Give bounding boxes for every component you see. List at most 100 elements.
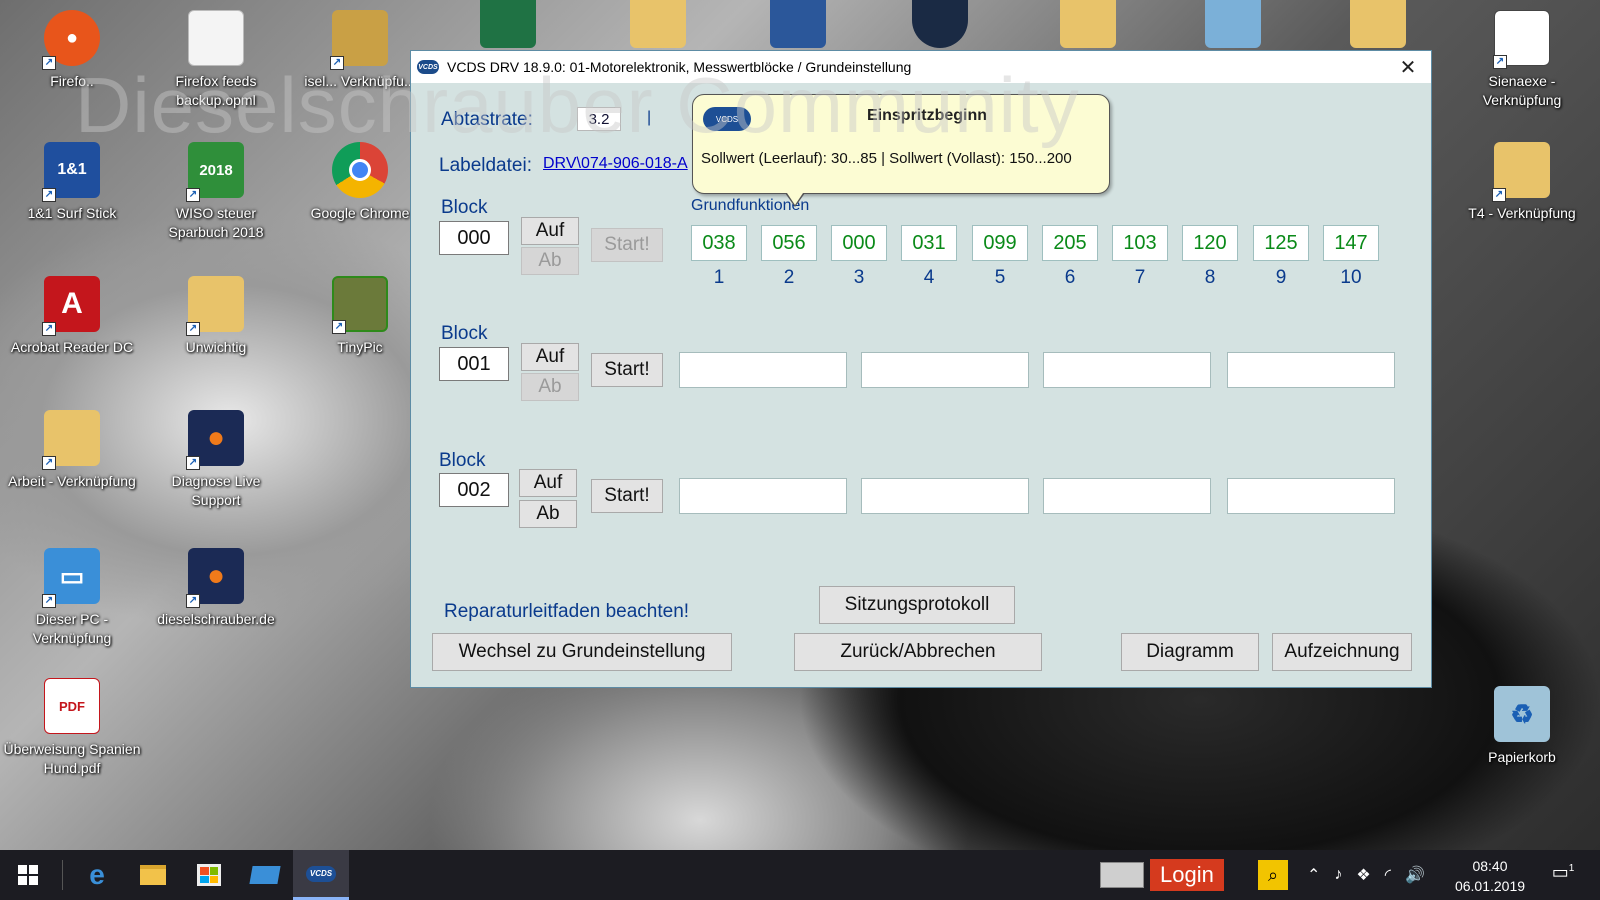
desktop-icon-tinypic[interactable]: ↗ TinyPic xyxy=(290,276,430,357)
desktop-icon-wiso[interactable]: 2018 ↗ WISO steuer Sparbuch 2018 xyxy=(146,142,286,242)
wifi-icon[interactable]: ◜ xyxy=(1385,865,1391,885)
block-start-button[interactable]: Start! xyxy=(591,228,663,262)
login-button[interactable]: Login xyxy=(1150,859,1224,891)
block-number-input[interactable]: 000 xyxy=(439,221,509,255)
wiso-icon: 2018 ↗ xyxy=(186,142,244,202)
desktop-icon-dieselschrauber[interactable]: ● ↗ dieselschrauber.de xyxy=(146,548,286,629)
store-icon[interactable] xyxy=(181,850,237,900)
desktop-icon-dieser-pc[interactable]: ▭ ↗ Dieser PC - Verknüpfung xyxy=(2,548,142,648)
desktop-icon-t4[interactable]: ↗ T4 - Verknüpfung xyxy=(1452,142,1592,223)
word-icon[interactable] xyxy=(770,0,826,48)
folder-icon[interactable] xyxy=(1060,0,1116,48)
desktop-icon-sienaexe[interactable]: ↗ Sienaexe - Verknüpfung xyxy=(1452,10,1592,110)
block-up-button[interactable]: Auf xyxy=(519,469,577,497)
value-box: 205 xyxy=(1042,225,1098,261)
value-index: 1 xyxy=(713,267,725,288)
block-up-button[interactable]: Auf xyxy=(521,343,579,371)
value-index: 8 xyxy=(1204,267,1216,288)
block-number-input[interactable]: 001 xyxy=(439,347,509,381)
tooltip-title: Einspritzbeginn xyxy=(867,107,987,124)
block-down-button[interactable]: Ab xyxy=(521,247,579,275)
desktop-icon-firefox-feeds[interactable]: Firefox feeds backup.opml xyxy=(146,10,286,110)
desktop-icon-arbeit[interactable]: ↗ Arbeit - Verknüpfung xyxy=(2,410,142,491)
tooltip-tail-fill xyxy=(787,193,803,205)
abtastrate-label: Abtastrate: xyxy=(441,109,533,130)
desktop-icon-acrobat[interactable]: A ↗ Acrobat Reader DC xyxy=(2,276,142,357)
mail-icon[interactable] xyxy=(1100,862,1144,888)
clock[interactable]: 08:40 06.01.2019 xyxy=(1448,856,1532,896)
block-label: Block xyxy=(441,197,488,218)
block-down-button[interactable]: Ab xyxy=(519,500,577,528)
measurement-field xyxy=(861,352,1029,388)
desktop-icon-verknuepfung[interactable]: ↗ isel... Verknüpfu... xyxy=(290,10,430,91)
abtastrate-value: 3.2 xyxy=(577,107,621,131)
block-down-button[interactable]: Ab xyxy=(521,373,579,401)
block-up-button[interactable]: Auf xyxy=(521,217,579,245)
recycle-bin-icon: ♻ xyxy=(1494,686,1550,742)
chrome-icon xyxy=(332,142,388,198)
pdf-icon: ↗ xyxy=(1492,142,1550,202)
dropbox-icon[interactable]: ❖ xyxy=(1356,865,1370,885)
block-number-input[interactable]: 002 xyxy=(439,473,509,507)
wechsel-grundeinstellung-button[interactable]: Wechsel zu Grundeinstellung xyxy=(432,633,732,671)
aufzeichnung-button[interactable]: Aufzeichnung xyxy=(1272,633,1412,671)
firefox-icon: ● ↗ xyxy=(186,410,244,470)
search-icon[interactable]: ⌕ xyxy=(1258,860,1288,890)
tinypic-icon: ↗ xyxy=(332,276,388,334)
measurement-field xyxy=(679,478,847,514)
folder-icon: ↗ xyxy=(42,410,100,470)
info-tooltip: VCDS Einspritzbeginn Sollwert (Leerlauf)… xyxy=(692,94,1110,207)
image-folder-icon[interactable] xyxy=(1205,0,1261,48)
excel-icon[interactable] xyxy=(480,0,536,48)
value-index: 3 xyxy=(853,267,865,288)
diagramm-button[interactable]: Diagramm xyxy=(1121,633,1259,671)
value-box: 056 xyxy=(761,225,817,261)
vcds-taskbar-icon[interactable]: VCDS xyxy=(293,850,349,900)
date: 06.01.2019 xyxy=(1454,878,1526,894)
block-start-button[interactable]: Start! xyxy=(591,479,663,513)
desktop-icon-google-chrome[interactable]: Google Chrome xyxy=(290,142,430,223)
siena-icon: ↗ xyxy=(1493,10,1550,69)
close-button[interactable]: ✕ xyxy=(1385,51,1431,83)
folder-icon[interactable] xyxy=(1350,0,1406,48)
value-index: 9 xyxy=(1275,267,1287,288)
desktop-icon-firefox[interactable]: ● ↗ Firefo.. xyxy=(2,10,142,91)
desktop-icon-unwichtig[interactable]: ↗ Unwichtig xyxy=(146,276,286,357)
desktop-icon-ueberweisung-pdf[interactable]: PDF Überweisung Spanien Hund.pdf xyxy=(2,678,142,778)
chevron-up-icon[interactable]: ⌃ xyxy=(1307,865,1320,885)
desktop-icon-papierkorb[interactable]: ♻ Papierkorb xyxy=(1452,686,1592,767)
measurement-field xyxy=(1227,352,1395,388)
measurement-field xyxy=(861,478,1029,514)
computer-icon: ▭ ↗ xyxy=(42,548,100,608)
start-button[interactable] xyxy=(0,850,56,900)
tooltip-body: Sollwert (Leerlauf): 30...85 | Sollwert … xyxy=(701,150,1072,167)
labeldatei-link[interactable]: DRV\074-906-018-A xyxy=(543,155,688,173)
abtastrate-separator: | xyxy=(647,109,652,126)
value-box: 103 xyxy=(1112,225,1168,261)
edge-icon[interactable]: e xyxy=(69,850,125,900)
music-icon[interactable]: ♪ xyxy=(1334,866,1342,884)
volume-icon[interactable]: 🔊 xyxy=(1405,865,1425,885)
time: 08:40 xyxy=(1472,858,1508,874)
file-explorer-icon[interactable] xyxy=(125,850,181,900)
system-tray: ⌃ ♪ ❖ ◜ 🔊 xyxy=(1300,850,1432,900)
windows-icon xyxy=(18,865,38,885)
measurement-field xyxy=(1043,352,1211,388)
value-box: 000 xyxy=(831,225,887,261)
title-bar[interactable]: VCDS VCDS DRV 18.9.0: 01-Motorelektronik… xyxy=(411,51,1431,83)
measurement-field xyxy=(1227,478,1395,514)
notification-icon[interactable]: ▭1 xyxy=(1548,862,1578,888)
value-box: 099 xyxy=(972,225,1028,261)
notification-count: 1 xyxy=(1568,863,1575,874)
block-start-button[interactable]: Start! xyxy=(591,353,663,387)
desktop-icon-diagnose-live-support[interactable]: ● ↗ Diagnose Live Support xyxy=(146,410,286,510)
desktop-app-icon[interactable] xyxy=(237,850,293,900)
desktop-icon-11-surf-stick[interactable]: 1&1 ↗ 1&1 Surf Stick xyxy=(2,142,142,223)
shortcut-icon: ↗ xyxy=(330,10,388,70)
media-player-icon[interactable] xyxy=(912,0,968,48)
firefox-icon: ● ↗ xyxy=(186,548,244,608)
pdf-icon[interactable] xyxy=(630,0,686,48)
value-index: 4 xyxy=(923,267,935,288)
zurueck-abbrechen-button[interactable]: Zurück/Abbrechen xyxy=(794,633,1042,671)
sitzungsprotokoll-button[interactable]: Sitzungsprotokoll xyxy=(819,586,1015,624)
